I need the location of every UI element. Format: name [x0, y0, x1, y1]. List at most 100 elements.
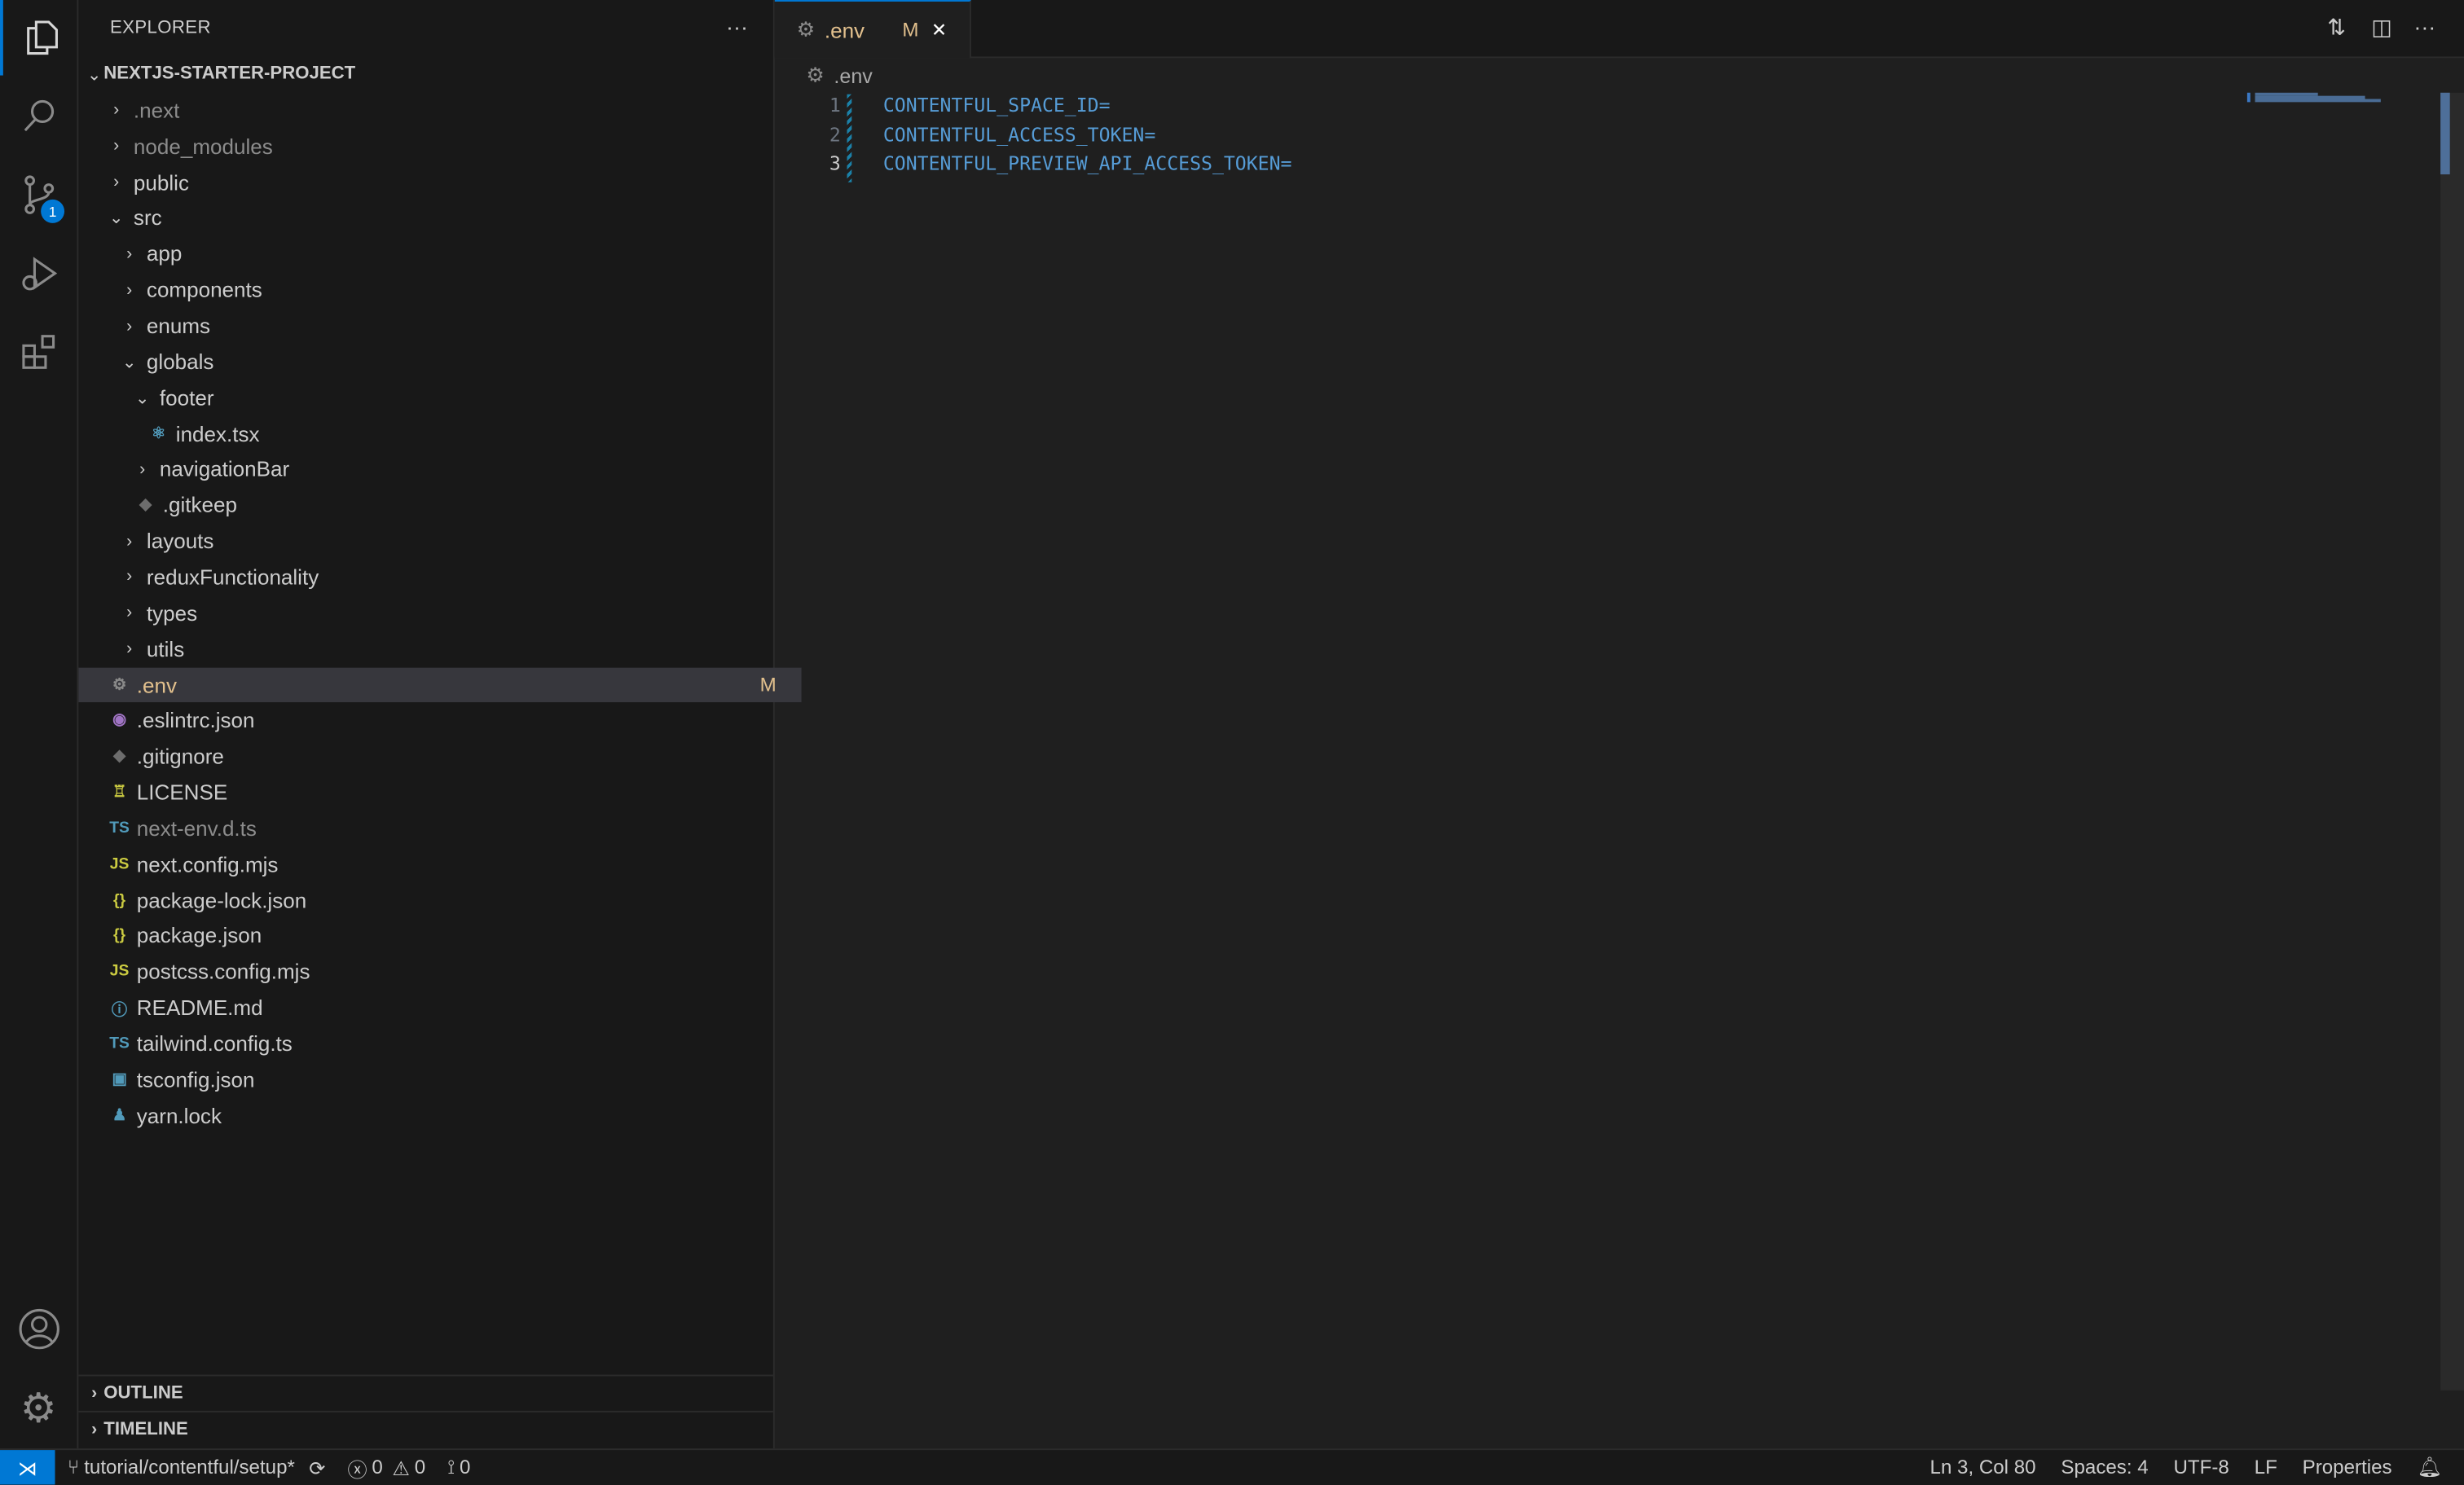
chevron-right-icon: ›	[126, 316, 133, 336]
typescript-icon: TS	[109, 1035, 130, 1053]
item-label: app	[146, 242, 183, 266]
file-item[interactable]: ◆ .gitignore	[78, 739, 801, 775]
folder-item[interactable]: › navigationBar	[78, 451, 827, 487]
item-label: types	[146, 601, 198, 626]
extensions-button[interactable]	[0, 314, 77, 390]
item-label: package-lock.json	[136, 888, 307, 912]
compare-changes-icon[interactable]: ⇅	[2327, 14, 2346, 41]
file-item[interactable]: TS next-env.d.ts	[78, 811, 801, 846]
file-item[interactable]: ⓘ README.md	[78, 991, 801, 1026]
warning-icon: ⚠	[392, 1456, 411, 1479]
manage-button[interactable]: ⚙	[0, 1370, 77, 1446]
folder-item[interactable]: › enums	[78, 308, 814, 344]
more-actions-icon[interactable]: ···	[726, 14, 748, 39]
chevron-right-icon: ›	[126, 280, 133, 300]
timeline-panel[interactable]: › TIMELINE	[78, 1410, 773, 1447]
item-label: globals	[146, 349, 214, 374]
outline-panel[interactable]: › OUTLINE	[78, 1374, 773, 1411]
file-item[interactable]: JS postcss.config.mjs	[78, 954, 801, 990]
item-label: footer	[159, 385, 214, 410]
error-icon: ⓧ	[347, 1458, 367, 1481]
file-item[interactable]: TS tailwind.config.ts	[78, 1026, 801, 1062]
file-item[interactable]: ▣ tsconfig.json	[78, 1062, 801, 1098]
modified-gutter	[847, 94, 852, 182]
search-button[interactable]	[0, 78, 77, 154]
line-number: 3	[829, 153, 841, 176]
cursor-position[interactable]: Ln 3, Col 80	[1930, 1456, 2036, 1478]
status-bar: ⋊ ⑂ tutorial/contentful/setup* ⟳ ⓧ 0 ⚠ 0 ⟟ 0 L…	[0, 1448, 2464, 1485]
breadcrumb[interactable]: ⚙ .env	[806, 59, 872, 91]
bell-icon[interactable]: 🔔︎	[2417, 1456, 2442, 1479]
breadcrumb-file: .env	[834, 64, 873, 88]
language-mode[interactable]: Properties	[2303, 1456, 2392, 1478]
file-item[interactable]: ◉ .eslintrc.json	[78, 703, 801, 739]
item-label: src	[133, 206, 162, 231]
item-label: components	[146, 278, 262, 302]
folder-item[interactable]: › components	[78, 272, 814, 308]
item-label: next-env.d.ts	[136, 816, 257, 841]
file-item[interactable]: {} package-lock.json	[78, 882, 801, 918]
indentation[interactable]: Spaces: 4	[2061, 1456, 2148, 1478]
item-label: tsconfig.json	[136, 1068, 255, 1092]
file-item[interactable]: {} package.json	[78, 918, 801, 954]
remote-button[interactable]: ⋊	[0, 1450, 55, 1485]
folder-item[interactable]: ⌄ globals	[78, 344, 814, 380]
file-item[interactable]: ◆ .gitkeep	[78, 488, 827, 524]
source-control-button[interactable]: 1	[0, 157, 77, 233]
editor-scrollbar[interactable]	[2440, 92, 2464, 1391]
sync-icon[interactable]: ⟳	[309, 1456, 325, 1479]
tab-bar: ⚙ .env M ✕ ⇅ ◫ ···	[774, 0, 2464, 59]
tab-env[interactable]: ⚙ .env M ✕	[774, 0, 971, 59]
branch-name: tutorial/contentful/setup*	[84, 1456, 295, 1478]
chevron-right-icon: ›	[91, 1384, 98, 1404]
folder-item[interactable]: › app	[78, 236, 814, 272]
item-label: index.tsx	[175, 421, 260, 446]
timeline-label: TIMELINE	[103, 1420, 188, 1439]
folder-item[interactable]: › reduxFunctionality	[78, 560, 814, 595]
more-icon[interactable]: ···	[2413, 14, 2435, 39]
chevron-right-icon: ›	[91, 1420, 98, 1439]
folder-item[interactable]: ⌄ footer	[78, 380, 827, 415]
eslint-icon: ◉	[112, 712, 126, 730]
chevron-right-icon: ›	[139, 459, 146, 480]
encoding[interactable]: UTF-8	[2173, 1456, 2229, 1478]
line-number: 1	[829, 94, 841, 117]
gear-icon: ⚙	[112, 676, 127, 694]
ports-item[interactable]: ⟟ 0	[447, 1456, 470, 1479]
folder-item[interactable]: ⌄ src	[78, 200, 801, 236]
branch-item[interactable]: ⑂ tutorial/contentful/setup* ⟳	[68, 1456, 326, 1479]
workspace-root-label: NEXTJS-STARTER-PROJECT	[103, 64, 356, 85]
line-ending[interactable]: LF	[2255, 1456, 2277, 1478]
folder-item[interactable]: › node_modules	[78, 129, 801, 165]
folder-item[interactable]: › layouts	[78, 524, 814, 560]
folder-item[interactable]: › .next	[78, 93, 801, 129]
item-label: layouts	[146, 529, 214, 554]
json-icon: {}	[113, 927, 126, 945]
chevron-right-icon: ›	[126, 244, 133, 264]
explorer-button[interactable]	[0, 0, 80, 76]
close-icon[interactable]: ✕	[931, 19, 947, 41]
chevron-right-icon: ›	[126, 604, 133, 623]
git-icon: ◆	[139, 496, 152, 515]
explorer-title: EXPLORER	[110, 19, 211, 38]
folder-item[interactable]: › public	[78, 165, 801, 200]
workspace-root[interactable]: ⌄ NEXTJS-STARTER-PROJECT	[78, 56, 779, 92]
folder-item[interactable]: › types	[78, 595, 814, 631]
folder-item[interactable]: › utils	[78, 631, 814, 667]
accounts-button[interactable]	[0, 1291, 77, 1367]
source-control-badge: 1	[41, 199, 65, 223]
chevron-right-icon: ›	[126, 532, 133, 551]
minimap[interactable]	[2246, 92, 2386, 103]
branch-icon: ⑂	[67, 1456, 80, 1478]
license-icon: ♖	[112, 784, 127, 802]
files-icon	[26, 20, 58, 55]
file-item[interactable]: ♟ yarn.lock	[78, 1098, 801, 1134]
split-editor-icon[interactable]: ◫	[2371, 14, 2392, 41]
code-text: CONTENTFUL_PREVIEW_API_ACCESS_TOKEN=	[882, 153, 1292, 176]
file-item[interactable]: ⚙ .env M	[78, 666, 802, 703]
file-item[interactable]: ♖ LICENSE	[78, 775, 801, 811]
run-debug-button[interactable]	[0, 235, 77, 311]
file-item[interactable]: ⚛ index.tsx	[78, 415, 840, 451]
file-item[interactable]: JS next.config.mjs	[78, 846, 801, 882]
problems-item[interactable]: ⓧ 0 ⚠ 0	[347, 1452, 425, 1483]
